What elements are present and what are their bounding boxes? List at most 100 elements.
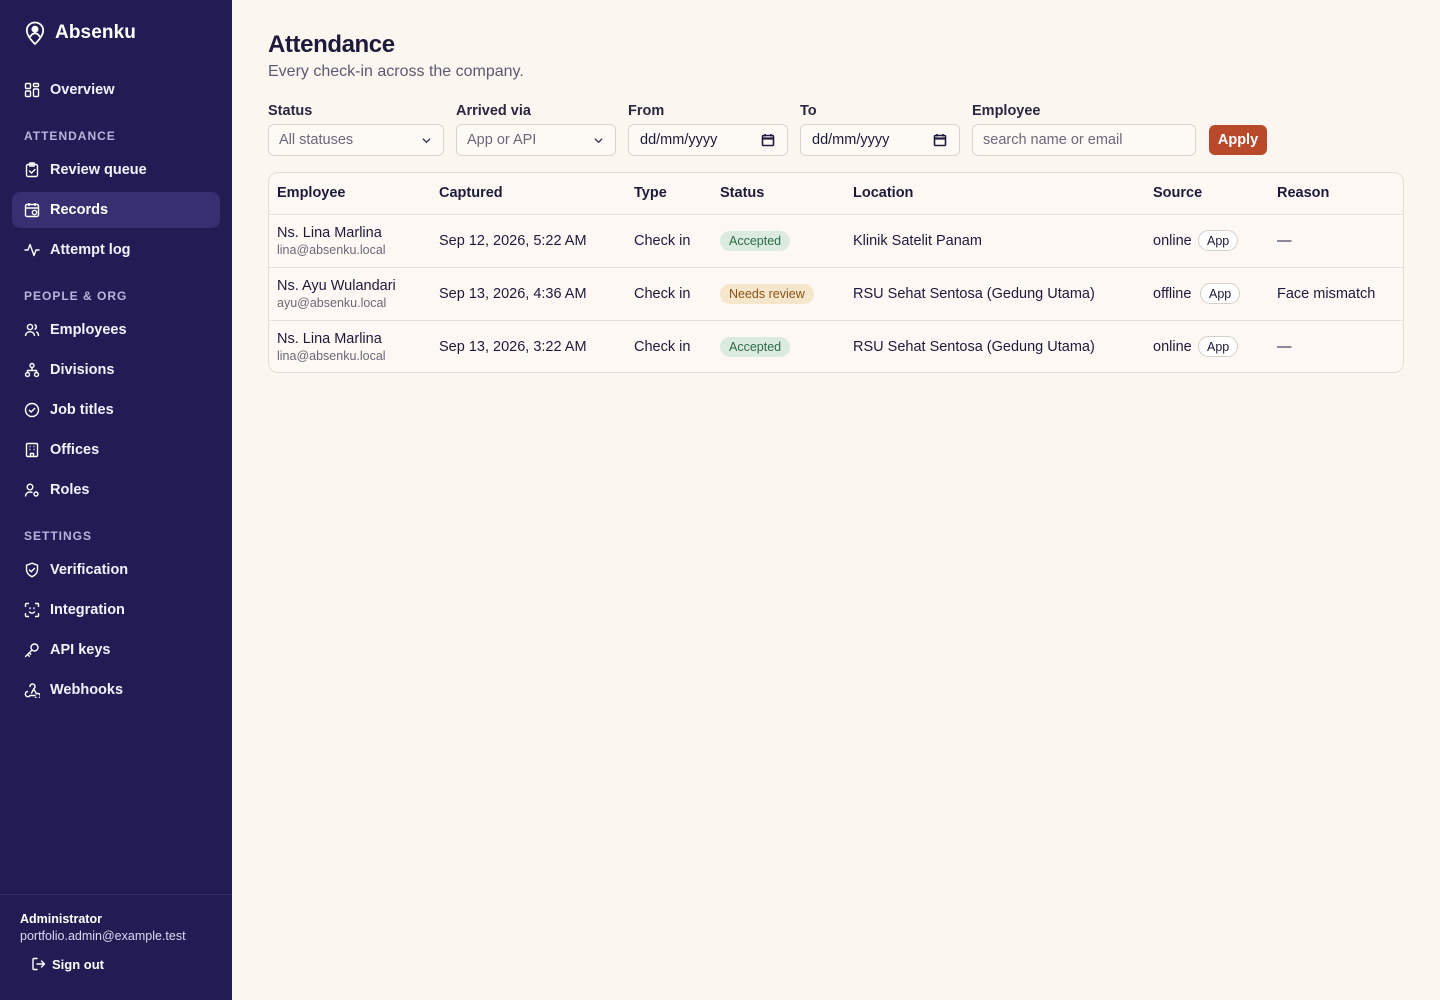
sign-out-icon [32, 957, 46, 971]
user-name: Administrator [20, 912, 102, 926]
scan-face-icon [24, 602, 40, 618]
webhook-icon [24, 683, 40, 698]
location: RSU Sehat Sentosa (Gedung Utama) [853, 339, 1095, 355]
building-icon [25, 442, 39, 458]
captured-time: Sep 13, 2026, 3:22 AM [439, 339, 587, 355]
brand[interactable]: Absenku [24, 20, 136, 46]
page-subtitle: Every check-in across the company. [268, 63, 524, 80]
sidebar-item-label: Attempt log [50, 242, 131, 258]
column-header-reason[interactable]: Reason [1277, 185, 1329, 201]
captured-time: Sep 12, 2026, 5:22 AM [439, 233, 587, 249]
arrived-via-select-value: App or API [467, 132, 537, 148]
calendar-picker-icon[interactable] [761, 133, 775, 147]
arrived-via-select[interactable]: App or API [456, 124, 616, 156]
sidebar-item-label: Roles [50, 482, 90, 498]
calendar-icon [24, 203, 40, 218]
sidebar-item-job-titles[interactable]: Job titles [12, 392, 220, 428]
source-tag: App [1198, 230, 1239, 251]
status-filter-label: Status [268, 103, 313, 119]
employee-email: ayu@absenku.local [277, 296, 387, 310]
sidebar-item-label: Records [50, 202, 109, 218]
sidebar: Absenku Overview ATTENDANCE Review queue… [0, 0, 232, 1000]
sidebar-item-label: Webhooks [50, 682, 124, 698]
sign-out-button[interactable]: Sign out [31, 956, 104, 972]
attendance-table: Employee Captured Type Status Location S… [268, 172, 1404, 373]
sidebar-item-offices[interactable]: Offices [12, 432, 220, 468]
employee-filter-label: Employee [972, 103, 1041, 119]
sidebar-item-attempt-log[interactable]: Attempt log [12, 232, 220, 268]
source-mode: online [1153, 339, 1192, 355]
sidebar-item-label: Offices [50, 442, 100, 458]
status-badge: Accepted [720, 231, 791, 251]
to-date-label: To [800, 103, 817, 119]
app-name: Absenku [55, 22, 136, 43]
section-label-settings: SETTINGS [24, 529, 93, 543]
sidebar-item-roles[interactable]: Roles [12, 472, 220, 508]
status-badge: Accepted [720, 337, 791, 357]
table-row[interactable]: Ns. Ayu Wulandari ayu@absenku.local Sep … [269, 267, 1403, 320]
location: RSU Sehat Sentosa (Gedung Utama) [853, 286, 1095, 302]
sidebar-item-records[interactable]: Records [12, 192, 220, 228]
sidebar-item-label: Integration [50, 602, 125, 618]
column-header-source[interactable]: Source [1153, 185, 1202, 201]
employee-name: Ns. Lina Marlina [277, 225, 382, 241]
to-date-input[interactable]: dd/mm/yyyy [800, 124, 960, 156]
employee-email: lina@absenku.local [277, 349, 386, 363]
sidebar-item-review-queue[interactable]: Review queue [12, 152, 220, 188]
record-type: Check in [634, 233, 691, 249]
sidebar-item-label: Employees [50, 322, 127, 338]
to-date-value: dd/mm/yyyy [812, 132, 890, 148]
sidebar-divider [0, 894, 232, 895]
sign-out-label: Sign out [52, 956, 104, 972]
grid-icon [24, 82, 40, 98]
from-date-input[interactable]: dd/mm/yyyy [628, 124, 788, 156]
sidebar-item-integration[interactable]: Integration [12, 592, 220, 628]
column-header-captured[interactable]: Captured [439, 185, 503, 201]
source-tag: App [1200, 283, 1241, 304]
from-date-value: dd/mm/yyyy [640, 132, 718, 148]
apply-button[interactable]: Apply [1209, 125, 1267, 155]
record-type: Check in [634, 339, 691, 355]
users-icon [24, 323, 40, 337]
employee-name: Ns. Lina Marlina [277, 331, 382, 347]
sidebar-item-overview[interactable]: Overview [12, 72, 220, 108]
user-cog-icon [24, 483, 39, 497]
column-header-status[interactable]: Status [720, 185, 764, 201]
chevron-down-icon [422, 138, 431, 144]
employee-search-input[interactable]: search name or email [972, 124, 1196, 156]
location: Klinik Satelit Panam [853, 233, 982, 249]
sidebar-item-label: Review queue [50, 162, 147, 178]
captured-time: Sep 13, 2026, 4:36 AM [439, 286, 587, 302]
source-tag: App [1198, 336, 1239, 357]
column-header-employee[interactable]: Employee [277, 185, 346, 201]
section-label-people-org: PEOPLE & ORG [24, 289, 128, 303]
sidebar-item-api-keys[interactable]: API keys [12, 632, 220, 668]
sidebar-item-label: Verification [50, 562, 129, 578]
arrived-via-filter-label: Arrived via [456, 103, 531, 119]
status-select[interactable]: All statuses [268, 124, 444, 156]
source-mode: online [1153, 233, 1192, 249]
from-date-label: From [628, 103, 665, 119]
column-header-type[interactable]: Type [634, 185, 667, 201]
reason: — [1277, 233, 1292, 249]
sidebar-item-webhooks[interactable]: Webhooks [12, 672, 220, 708]
source-mode: offline [1153, 286, 1192, 302]
employee-name: Ns. Ayu Wulandari [277, 278, 396, 294]
sidebar-item-verification[interactable]: Verification [12, 552, 220, 588]
user-email: portfolio.admin@example.test [20, 929, 186, 943]
calendar-picker-icon[interactable] [933, 133, 947, 147]
table-row[interactable]: Ns. Lina Marlina lina@absenku.local Sep … [269, 214, 1403, 267]
employee-email: lina@absenku.local [277, 243, 386, 257]
record-type: Check in [634, 286, 691, 302]
location-pin-person-icon [24, 20, 46, 46]
sidebar-item-label: Divisions [50, 362, 115, 378]
sidebar-item-employees[interactable]: Employees [12, 312, 220, 348]
column-header-location[interactable]: Location [853, 185, 913, 201]
table-row[interactable]: Ns. Lina Marlina lina@absenku.local Sep … [269, 320, 1403, 372]
clipboard-check-icon [25, 162, 39, 178]
reason: — [1277, 339, 1292, 355]
employee-search-placeholder: search name or email [983, 132, 1123, 148]
sidebar-item-divisions[interactable]: Divisions [12, 352, 220, 388]
sidebar-item-label: API keys [50, 642, 111, 658]
section-label-attendance: ATTENDANCE [24, 129, 116, 143]
